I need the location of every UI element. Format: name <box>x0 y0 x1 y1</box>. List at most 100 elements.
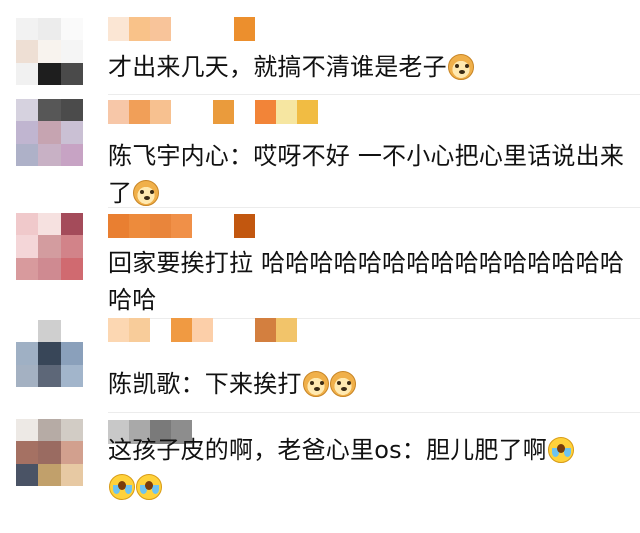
avatar-pixel <box>60 62 83 85</box>
comment-text-content: 陈飞宇内心：哎呀不好 一不小心把心里话说出来了 <box>108 142 625 207</box>
avatar-pixel <box>38 213 61 236</box>
avatar[interactable] <box>16 419 83 486</box>
avatar-pixel <box>38 99 61 122</box>
cry-emoji <box>109 474 135 500</box>
username-pixel <box>234 17 255 41</box>
avatar-pixel <box>38 62 61 85</box>
avatar-pixel <box>60 235 83 258</box>
username-pixel <box>213 214 234 238</box>
avatar-pixel <box>16 143 39 166</box>
avatar-pixel <box>16 463 39 486</box>
comment-text: 陈飞宇内心：哎呀不好 一不小心把心里话说出来了 <box>108 138 626 212</box>
username-pixel <box>150 100 171 124</box>
avatar-pixel <box>38 320 61 343</box>
username-pixel <box>150 17 171 41</box>
avatar-pixel <box>16 213 39 236</box>
comment-text-content: 这孩子皮的啊，老爸心里os：胆儿肥了啊 <box>108 436 547 464</box>
cry-emoji <box>548 437 574 463</box>
username-pixel <box>213 100 234 124</box>
avatar-pixel <box>16 364 39 387</box>
username-pixel <box>129 214 150 238</box>
username-pixel <box>171 318 192 342</box>
username-pixel <box>108 17 129 41</box>
comment-text: 陈凯歌：下来挨打 <box>108 366 626 403</box>
username-pixel <box>276 318 297 342</box>
doge-emoji <box>133 180 160 206</box>
avatar-pixel <box>16 320 39 343</box>
avatar-pixel <box>38 257 61 280</box>
avatar-pixel <box>38 18 61 41</box>
avatar-pixel <box>38 364 61 387</box>
username-mosaic[interactable] <box>108 100 318 124</box>
username-pixel <box>108 100 129 124</box>
avatar-pixel <box>60 364 83 387</box>
comment-text: 回家要挨打拉 哈哈哈哈哈哈哈哈哈哈哈哈哈哈哈哈哈 <box>108 245 626 319</box>
avatar-pixel <box>60 320 83 343</box>
username-pixel <box>108 318 129 342</box>
username-mosaic[interactable] <box>108 17 255 41</box>
avatar[interactable] <box>16 320 83 387</box>
username-pixel <box>192 214 213 238</box>
divider <box>108 94 640 95</box>
comment-text-content: 陈凯歌：下来挨打 <box>108 370 302 398</box>
username-pixel <box>297 100 318 124</box>
username-pixel <box>129 318 150 342</box>
username-pixel <box>213 318 234 342</box>
avatar-pixel <box>60 463 83 486</box>
comment-text: 才出来几天，就搞不清谁是老子 <box>108 49 626 86</box>
divider <box>108 412 640 413</box>
avatar-pixel <box>60 419 83 442</box>
avatar-pixel <box>60 121 83 144</box>
avatar-pixel <box>16 342 39 365</box>
username-pixel <box>150 214 171 238</box>
avatar[interactable] <box>16 18 83 85</box>
avatar-pixel <box>60 342 83 365</box>
comment-text: 这孩子皮的啊，老爸心里os：胆儿肥了啊 <box>108 432 626 506</box>
avatar-pixel <box>60 18 83 41</box>
username-mosaic[interactable] <box>108 214 255 238</box>
avatar-pixel <box>16 18 39 41</box>
username-pixel <box>213 17 234 41</box>
username-pixel <box>129 100 150 124</box>
username-pixel <box>234 214 255 238</box>
avatar-pixel <box>38 441 61 464</box>
avatar-pixel <box>38 143 61 166</box>
avatar-pixel <box>38 121 61 144</box>
avatar-pixel <box>16 235 39 258</box>
avatar-pixel <box>16 441 39 464</box>
username-mosaic[interactable] <box>108 318 297 342</box>
avatar-pixel <box>16 99 39 122</box>
username-pixel <box>255 100 276 124</box>
avatar-pixel <box>38 235 61 258</box>
avatar-pixel <box>38 40 61 63</box>
avatar-pixel <box>16 62 39 85</box>
avatar-pixel <box>16 121 39 144</box>
avatar-pixel <box>60 143 83 166</box>
username-pixel <box>234 100 255 124</box>
doge-emoji <box>329 371 356 397</box>
avatar-pixel <box>60 441 83 464</box>
avatar-pixel <box>60 213 83 236</box>
avatar[interactable] <box>16 99 83 166</box>
comment-text-content: 才出来几天，就搞不清谁是老子 <box>108 53 447 81</box>
username-pixel <box>150 318 171 342</box>
avatar-pixel <box>16 419 39 442</box>
avatar-pixel <box>38 342 61 365</box>
doge-emoji <box>447 54 474 80</box>
username-pixel <box>192 17 213 41</box>
avatar-pixel <box>16 257 39 280</box>
username-pixel <box>171 100 192 124</box>
comment-text-content: 回家要挨打拉 哈哈哈哈哈哈哈哈哈哈哈哈哈哈哈哈哈 <box>108 249 625 314</box>
avatar[interactable] <box>16 213 83 280</box>
username-pixel <box>276 100 297 124</box>
avatar-pixel <box>60 257 83 280</box>
username-pixel <box>192 100 213 124</box>
username-pixel <box>108 214 129 238</box>
avatar-pixel <box>38 419 61 442</box>
avatar-pixel <box>60 99 83 122</box>
avatar-pixel <box>16 40 39 63</box>
username-pixel <box>171 214 192 238</box>
avatar-pixel <box>38 463 61 486</box>
cry-emoji <box>136 474 162 500</box>
avatar-pixel <box>60 40 83 63</box>
